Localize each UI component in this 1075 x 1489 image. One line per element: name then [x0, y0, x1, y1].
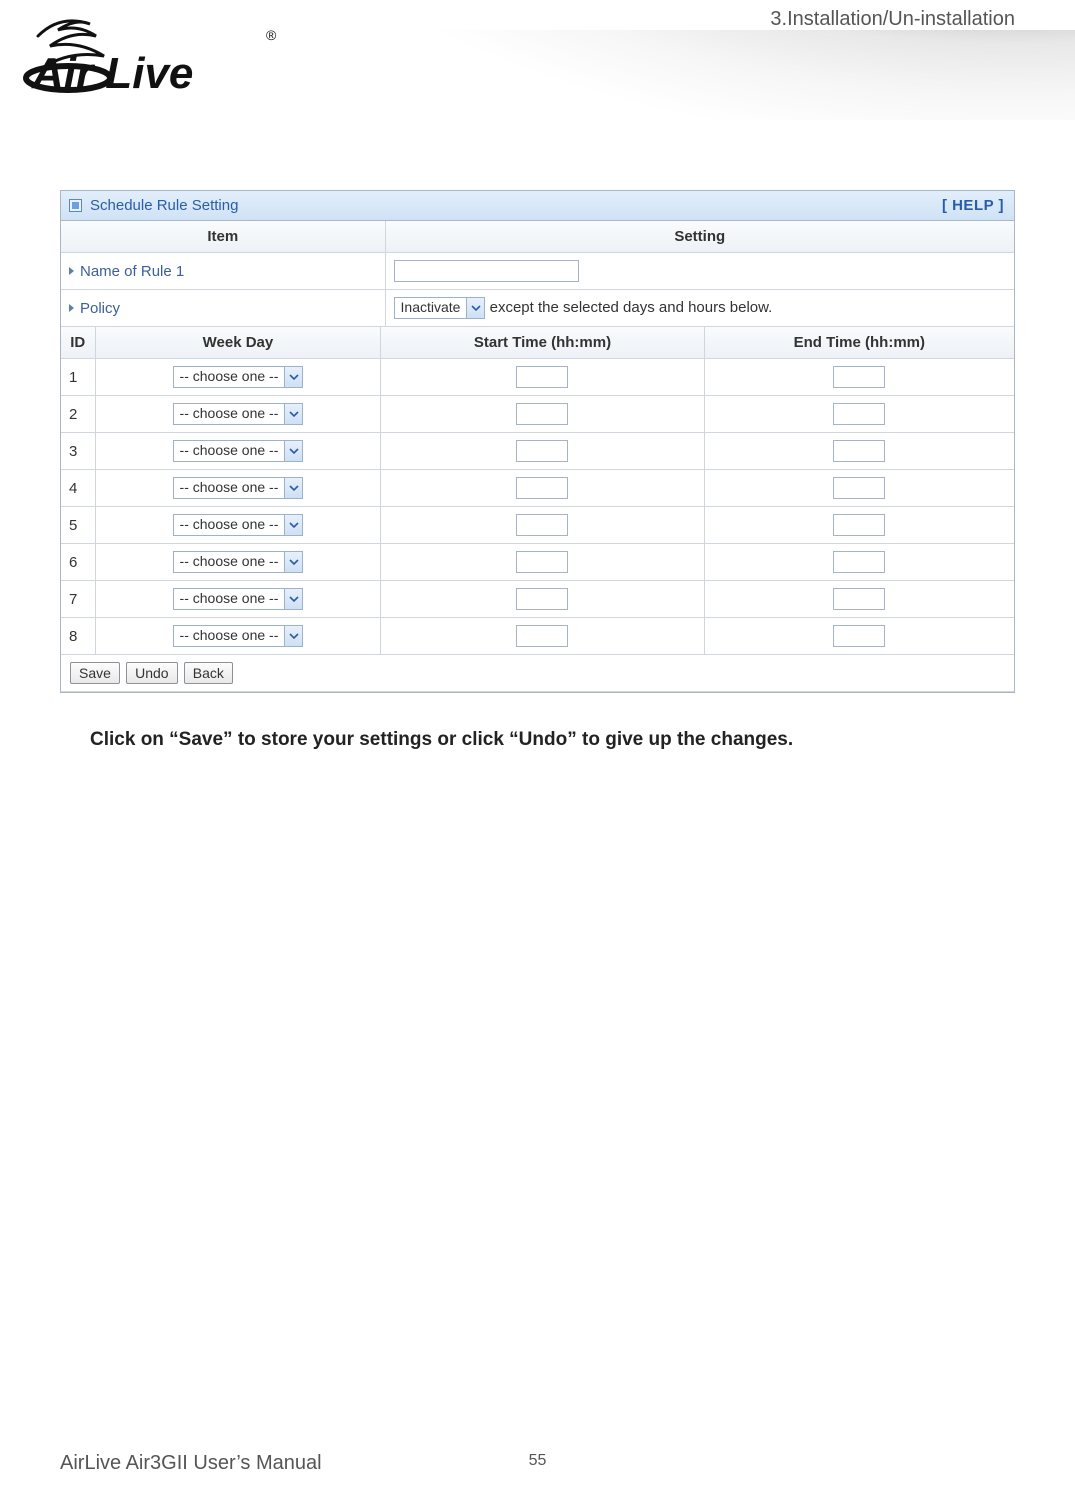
save-button[interactable]: Save: [70, 662, 120, 684]
table-row: 5 -- choose one --: [61, 507, 1014, 544]
table-row: 4 -- choose one --: [61, 470, 1014, 507]
row-id: 4: [61, 470, 95, 507]
panel-icon: [69, 199, 82, 212]
policy-label: Policy: [61, 290, 385, 327]
end-time-input[interactable]: [833, 551, 885, 573]
end-time-input[interactable]: [833, 477, 885, 499]
start-time-input[interactable]: [516, 440, 568, 462]
row-id: 7: [61, 581, 95, 618]
end-time-input[interactable]: [833, 588, 885, 610]
row-id: 6: [61, 544, 95, 581]
chevron-down-icon: [284, 626, 302, 646]
end-time-input[interactable]: [833, 514, 885, 536]
table-row: 3 -- choose one --: [61, 433, 1014, 470]
back-button[interactable]: Back: [184, 662, 233, 684]
col-setting: Setting: [385, 221, 1014, 253]
weekday-select[interactable]: -- choose one --: [173, 403, 304, 425]
row-id: 3: [61, 433, 95, 470]
footer-manual: AirLive Air3GII User’s Manual: [60, 1452, 322, 1475]
chevron-down-icon: [284, 478, 302, 498]
policy-select-value: Inactivate: [395, 298, 467, 318]
undo-button[interactable]: Undo: [126, 662, 177, 684]
chevron-down-icon: [284, 552, 302, 572]
col-weekday: Week Day: [95, 327, 381, 359]
row-id: 5: [61, 507, 95, 544]
start-time-input[interactable]: [516, 514, 568, 536]
panel-header: Schedule Rule Setting [ HELP ]: [61, 191, 1014, 221]
weekday-select[interactable]: -- choose one --: [173, 440, 304, 462]
svg-text:Air Live: Air Live: [31, 49, 193, 98]
weekday-value: -- choose one --: [174, 404, 285, 424]
name-of-rule-label: Name of Rule 1: [61, 253, 385, 290]
weekday-value: -- choose one --: [174, 626, 285, 646]
policy-text: Policy: [80, 300, 120, 317]
start-time-input[interactable]: [516, 366, 568, 388]
col-start: Start Time (hh:mm): [381, 327, 704, 359]
row-id: 2: [61, 396, 95, 433]
row-id: 8: [61, 618, 95, 655]
schedule-rule-panel: Schedule Rule Setting [ HELP ] Item Sett…: [60, 190, 1015, 693]
end-time-input[interactable]: [833, 403, 885, 425]
table-row: 6 -- choose one --: [61, 544, 1014, 581]
weekday-value: -- choose one --: [174, 552, 285, 572]
weekday-select[interactable]: -- choose one --: [173, 477, 304, 499]
col-item: Item: [61, 221, 385, 253]
svg-text:®: ®: [266, 27, 277, 43]
chevron-down-icon: [466, 298, 484, 318]
weekday-value: -- choose one --: [174, 441, 285, 461]
col-end: End Time (hh:mm): [704, 327, 1014, 359]
footer-page: 55: [529, 1452, 547, 1470]
airlive-logo: Air Live ®: [18, 10, 278, 98]
weekday-value: -- choose one --: [174, 515, 285, 535]
col-id: ID: [61, 327, 95, 359]
chevron-down-icon: [284, 441, 302, 461]
weekday-select[interactable]: -- choose one --: [173, 588, 304, 610]
table-row: 1 -- choose one --: [61, 359, 1014, 396]
weekday-select[interactable]: -- choose one --: [173, 366, 304, 388]
table-row: 8 -- choose one --: [61, 618, 1014, 655]
chapter-label: 3.Installation/Un-installation: [770, 8, 1015, 31]
end-time-input[interactable]: [833, 366, 885, 388]
weekday-value: -- choose one --: [174, 589, 285, 609]
weekday-select[interactable]: -- choose one --: [173, 625, 304, 647]
panel-title: Schedule Rule Setting: [90, 197, 238, 214]
start-time-input[interactable]: [516, 477, 568, 499]
instruction-text: Click on “Save” to store your settings o…: [60, 729, 1015, 751]
weekday-value: -- choose one --: [174, 478, 285, 498]
policy-suffix: except the selected days and hours below…: [490, 299, 773, 316]
table-row: 2 -- choose one --: [61, 396, 1014, 433]
table-row: 7 -- choose one --: [61, 581, 1014, 618]
help-link[interactable]: [ HELP ]: [942, 197, 1004, 214]
chevron-down-icon: [284, 367, 302, 387]
name-of-rule-text: Name of Rule 1: [80, 263, 184, 280]
start-time-input[interactable]: [516, 403, 568, 425]
weekday-select[interactable]: -- choose one --: [173, 514, 304, 536]
rule-name-input[interactable]: [394, 260, 579, 282]
policy-select[interactable]: Inactivate: [394, 297, 486, 319]
weekday-select[interactable]: -- choose one --: [173, 551, 304, 573]
end-time-input[interactable]: [833, 440, 885, 462]
weekday-value: -- choose one --: [174, 367, 285, 387]
start-time-input[interactable]: [516, 551, 568, 573]
header-swoosh: [315, 30, 1075, 120]
start-time-input[interactable]: [516, 625, 568, 647]
chevron-down-icon: [284, 404, 302, 424]
row-id: 1: [61, 359, 95, 396]
end-time-input[interactable]: [833, 625, 885, 647]
chevron-down-icon: [284, 589, 302, 609]
start-time-input[interactable]: [516, 588, 568, 610]
chevron-down-icon: [284, 515, 302, 535]
